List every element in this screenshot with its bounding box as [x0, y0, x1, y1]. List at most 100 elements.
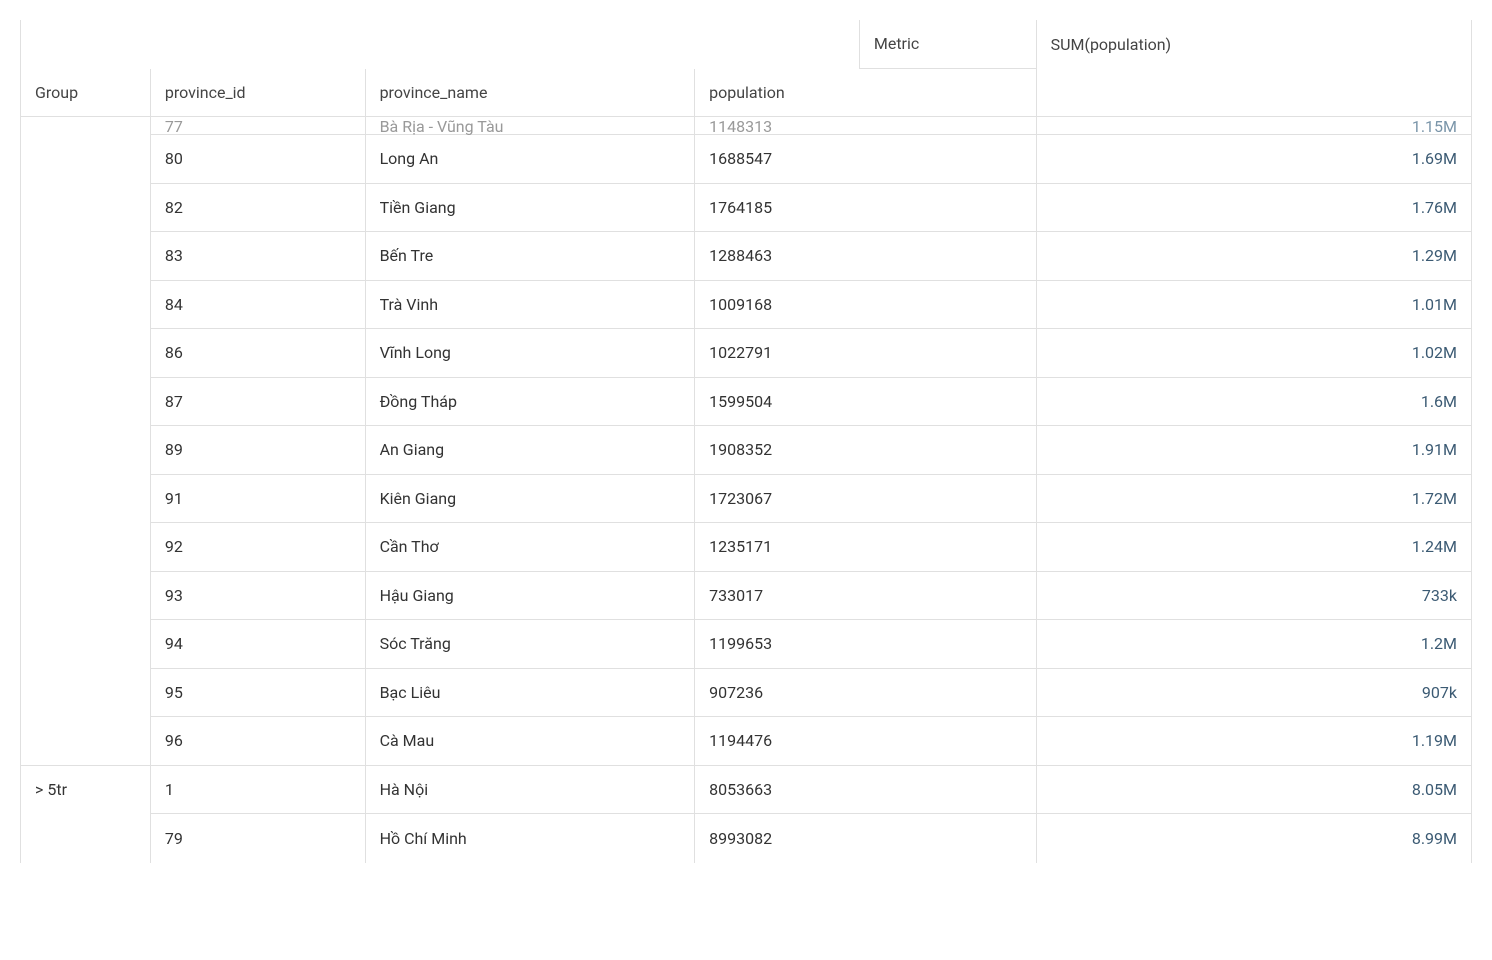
table-row[interactable]: 95Bạc Liêu907236907k	[21, 669, 1471, 718]
cell-province-id: 87	[151, 378, 366, 427]
cell-group	[21, 669, 151, 718]
cell-province-name: Kiên Giang	[366, 475, 696, 524]
cell-province-id: 94	[151, 620, 366, 669]
table-row[interactable]: 84Trà Vinh10091681.01M	[21, 281, 1471, 330]
cell-group	[21, 117, 151, 135]
cell-sum: 1.2M	[1037, 620, 1471, 669]
cell-population: 1022791	[695, 329, 1037, 378]
cell-sum: 1.69M	[1037, 135, 1471, 184]
cell-sum: 8.99M	[1037, 814, 1471, 863]
cell-population: 907236	[695, 669, 1037, 718]
cell-group	[21, 523, 151, 572]
table-row[interactable]: 91Kiên Giang17230671.72M	[21, 475, 1471, 524]
cell-province-name: Vĩnh Long	[366, 329, 696, 378]
cell-province-name: Bà Rịa - Vũng Tàu	[366, 117, 696, 135]
cell-population: 733017	[695, 572, 1037, 621]
cell-province-id: 80	[151, 135, 366, 184]
table-row[interactable]: 96Cà Mau11944761.19M	[21, 717, 1471, 766]
cell-group: > 5tr	[21, 766, 151, 815]
header-blank	[151, 20, 366, 69]
cell-province-name: An Giang	[366, 426, 696, 475]
header-row-2: Group province_id province_name populati…	[21, 69, 1471, 118]
header-row-1: Metric SUM(population)	[21, 20, 1471, 69]
header-blank	[366, 20, 696, 69]
cell-province-name: Bến Tre	[366, 232, 696, 281]
cell-province-name: Cà Mau	[366, 717, 696, 766]
header-metric[interactable]: Metric	[860, 20, 1037, 69]
cell-province-id: 1	[151, 766, 366, 815]
cell-province-name: Cần Thơ	[366, 523, 696, 572]
table-row[interactable]: 93Hậu Giang733017733k	[21, 572, 1471, 621]
cell-group	[21, 814, 151, 863]
header-blank-left	[21, 20, 151, 69]
header-blank	[695, 20, 860, 69]
cell-province-name: Tiền Giang	[366, 184, 696, 233]
table-row[interactable]: 92Cần Thơ12351711.24M	[21, 523, 1471, 572]
cell-sum: 1.19M	[1037, 717, 1471, 766]
pivot-table[interactable]: Metric SUM(population) Group province_id…	[20, 20, 1472, 863]
table-row[interactable]: 80Long An16885471.69M	[21, 135, 1471, 184]
cell-population: 1908352	[695, 426, 1037, 475]
cell-population: 1148313	[695, 117, 1037, 135]
table-row[interactable]: 83Bến Tre12884631.29M	[21, 232, 1471, 281]
cell-sum: 1.29M	[1037, 232, 1471, 281]
cell-province-id: 95	[151, 669, 366, 718]
cell-population: 8993082	[695, 814, 1037, 863]
table-row[interactable]: > 5tr1Hà Nội80536638.05M	[21, 766, 1471, 815]
header-province-name[interactable]: province_name	[366, 69, 696, 118]
cell-population: 8053663	[695, 766, 1037, 815]
cell-sum: 733k	[1037, 572, 1471, 621]
cell-province-id: 77	[151, 117, 366, 135]
table-row[interactable]: 77Bà Rịa - Vũng Tàu11483131.15M	[21, 117, 1471, 135]
cell-province-name: Hậu Giang	[366, 572, 696, 621]
cell-population: 1764185	[695, 184, 1037, 233]
cell-province-name: Sóc Trăng	[366, 620, 696, 669]
cell-population: 1199653	[695, 620, 1037, 669]
table-row[interactable]: 86Vĩnh Long10227911.02M	[21, 329, 1471, 378]
cell-sum: 1.15M	[1037, 117, 1471, 135]
cell-sum: 1.72M	[1037, 475, 1471, 524]
cell-province-id: 93	[151, 572, 366, 621]
cell-province-id: 82	[151, 184, 366, 233]
cell-province-id: 83	[151, 232, 366, 281]
cell-sum: 1.91M	[1037, 426, 1471, 475]
header-population[interactable]: population	[695, 69, 1037, 118]
cell-population: 1288463	[695, 232, 1037, 281]
table-row[interactable]: 79Hồ Chí Minh89930828.99M	[21, 814, 1471, 863]
cell-province-name: Hồ Chí Minh	[366, 814, 696, 863]
cell-province-id: 92	[151, 523, 366, 572]
cell-province-id: 89	[151, 426, 366, 475]
cell-population: 1009168	[695, 281, 1037, 330]
cell-population: 1723067	[695, 475, 1037, 524]
cell-sum: 8.05M	[1037, 766, 1471, 815]
header-sum-sub	[1037, 69, 1471, 118]
cell-group	[21, 572, 151, 621]
cell-group	[21, 378, 151, 427]
cell-province-name: Hà Nội	[366, 766, 696, 815]
cell-group	[21, 620, 151, 669]
cell-province-name: Đồng Tháp	[366, 378, 696, 427]
table-row[interactable]: 89An Giang19083521.91M	[21, 426, 1471, 475]
cell-group	[21, 475, 151, 524]
cell-group	[21, 329, 151, 378]
cell-province-id: 96	[151, 717, 366, 766]
table-row[interactable]: 82Tiền Giang17641851.76M	[21, 184, 1471, 233]
cell-population: 1688547	[695, 135, 1037, 184]
table-body: 77Bà Rịa - Vũng Tàu11483131.15M80Long An…	[21, 117, 1471, 863]
table-row[interactable]: 94Sóc Trăng11996531.2M	[21, 620, 1471, 669]
cell-province-id: 91	[151, 475, 366, 524]
cell-group	[21, 232, 151, 281]
header-group[interactable]: Group	[21, 69, 151, 118]
cell-group	[21, 281, 151, 330]
cell-province-id: 84	[151, 281, 366, 330]
cell-province-id: 86	[151, 329, 366, 378]
header-province-id[interactable]: province_id	[151, 69, 366, 118]
cell-group	[21, 135, 151, 184]
header-sum[interactable]: SUM(population)	[1037, 20, 1471, 69]
cell-sum: 1.02M	[1037, 329, 1471, 378]
cell-province-id: 79	[151, 814, 366, 863]
cell-province-name: Bạc Liêu	[366, 669, 696, 718]
table-row[interactable]: 87Đồng Tháp15995041.6M	[21, 378, 1471, 427]
cell-sum: 1.6M	[1037, 378, 1471, 427]
cell-province-name: Long An	[366, 135, 696, 184]
